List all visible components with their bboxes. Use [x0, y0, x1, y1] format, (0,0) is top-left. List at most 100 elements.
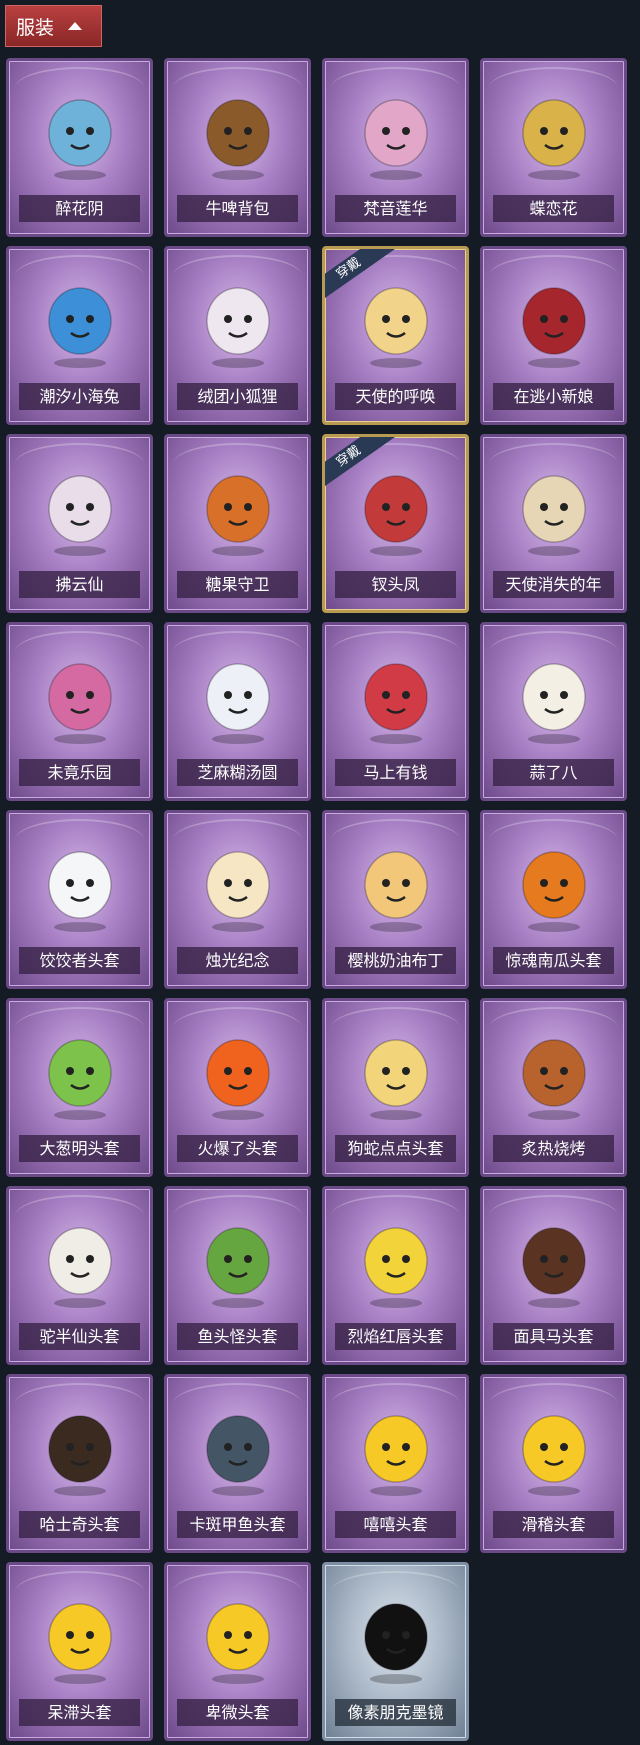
pink-doll-icon [47, 663, 112, 744]
costume-grid: 醉花阴 牛啤背包 梵音莲华 蝶恋花潮汐小海兔 绒团小狐狸 穿戴 天使的呼唤 在逃小新娘拂云仙 糖… [6, 58, 627, 1741]
costume-card[interactable]: 火爆了头套 [164, 998, 311, 1177]
costume-card[interactable]: 在逃小新娘 [480, 246, 627, 425]
costume-name: 炙热烧烤 [493, 1135, 614, 1162]
costume-name: 潮汐小海兔 [19, 383, 140, 410]
cloud-fairy-icon [47, 475, 112, 556]
pixel-sunglasses-icon [363, 1603, 428, 1684]
costume-card[interactable]: 穿戴 钗头凤 [322, 434, 469, 613]
costume-name: 蒜了八 [493, 759, 614, 786]
red-horse-icon [363, 663, 428, 744]
costume-name: 嘻嘻头套 [335, 1511, 456, 1538]
costume-card[interactable]: 蝶恋花 [480, 58, 627, 237]
costume-name: 狗蛇点点头套 [335, 1135, 456, 1162]
costume-name: 卡斑甲鱼头套 [177, 1511, 298, 1538]
stare-emoji-icon [47, 1603, 112, 1684]
costume-card[interactable]: 梵音莲华 [322, 58, 469, 237]
snake-face-icon [363, 1039, 428, 1120]
costume-card[interactable]: 大葱明头套 [6, 998, 153, 1177]
fish-head-icon [205, 1227, 270, 1308]
costume-card[interactable]: 卡斑甲鱼头套 [164, 1374, 311, 1553]
costume-card[interactable]: 哈士奇头套 [6, 1374, 153, 1553]
costume-name: 烛光纪念 [177, 947, 298, 974]
costume-card[interactable]: 牛啤背包 [164, 58, 311, 237]
costume-card[interactable]: 驼半仙头套 [6, 1186, 153, 1365]
white-fox-icon [205, 287, 270, 368]
costume-card[interactable]: 马上有钱 [322, 622, 469, 801]
seal-head-icon [205, 1415, 270, 1496]
costume-name: 大葱明头套 [19, 1135, 140, 1162]
cow-barrel-icon [205, 99, 270, 180]
costume-card[interactable]: 烛光纪念 [164, 810, 311, 989]
costume-name: 天使的呼唤 [335, 383, 456, 410]
winged-doll-icon [363, 99, 428, 180]
dumpling-icon [205, 663, 270, 744]
caret-up-icon [68, 22, 83, 30]
costume-name: 滑稽头套 [493, 1511, 614, 1538]
costume-name: 面具马头套 [493, 1323, 614, 1350]
costume-card[interactable]: 烈焰红唇头套 [322, 1186, 469, 1365]
sleeping-angel-icon [521, 475, 586, 556]
shy-emoji-icon [205, 1603, 270, 1684]
costume-card[interactable]: 樱桃奶油布丁 [322, 810, 469, 989]
costume-card[interactable]: 蒜了八 [480, 622, 627, 801]
costume-card[interactable]: 糖果守卫 [164, 434, 311, 613]
costume-name: 钗头凤 [335, 571, 456, 598]
pumpkin-scarecrow-icon [205, 475, 270, 556]
costume-name: 饺饺者头套 [19, 947, 140, 974]
yellow-cat-icon [363, 1227, 428, 1308]
pudding-icon [363, 851, 428, 932]
costume-name: 火爆了头套 [177, 1135, 298, 1162]
fire-face-icon [205, 1039, 270, 1120]
costume-card[interactable]: 呆滞头套 [6, 1562, 153, 1741]
meat-bone-icon [521, 1039, 586, 1120]
costume-name: 绒团小狐狸 [177, 383, 298, 410]
costume-name: 驼半仙头套 [19, 1323, 140, 1350]
costume-card[interactable]: 芝麻糊汤圆 [164, 622, 311, 801]
costume-card[interactable]: 穿戴 天使的呼唤 [322, 246, 469, 425]
costume-name: 梵音莲华 [335, 195, 456, 222]
horse-mask-icon [521, 1227, 586, 1308]
candle-icon [205, 851, 270, 932]
garlic-icon [521, 663, 586, 744]
costume-card[interactable]: 狗蛇点点头套 [322, 998, 469, 1177]
smirk-emoji-icon [521, 1415, 586, 1496]
grin-emoji-icon [363, 1415, 428, 1496]
phoenix-crown-icon [363, 475, 428, 556]
costume-card[interactable]: 拂云仙 [6, 434, 153, 613]
costume-card[interactable]: 惊魂南瓜头套 [480, 810, 627, 989]
costume-name: 牛啤背包 [177, 195, 298, 222]
costume-card[interactable]: 像素朋克墨镜 [322, 1562, 469, 1741]
costume-name: 芝麻糊汤圆 [177, 759, 298, 786]
costume-name: 马上有钱 [335, 759, 456, 786]
costume-card[interactable]: 滑稽头套 [480, 1374, 627, 1553]
floral-wreath-icon [47, 99, 112, 180]
costume-name: 天使消失的年 [493, 571, 614, 598]
green-onion-icon [47, 1039, 112, 1120]
costume-name: 鱼头怪头套 [177, 1323, 298, 1350]
costume-card[interactable]: 未竟乐园 [6, 622, 153, 801]
blue-bunny-icon [47, 287, 112, 368]
costume-card[interactable]: 炙热烧烤 [480, 998, 627, 1177]
costume-card[interactable]: 面具马头套 [480, 1186, 627, 1365]
butterfly-wreath-icon [521, 99, 586, 180]
red-lamp-icon [521, 287, 586, 368]
costume-card[interactable]: 潮汐小海兔 [6, 246, 153, 425]
costume-name: 卑微头套 [177, 1699, 298, 1726]
costume-card[interactable]: 醉花阴 [6, 58, 153, 237]
costume-tab-label: 服装 [16, 16, 55, 39]
costume-card[interactable]: 饺饺者头套 [6, 810, 153, 989]
costume-name: 惊魂南瓜头套 [493, 947, 614, 974]
costume-name: 烈焰红唇头套 [335, 1323, 456, 1350]
costume-card[interactable]: 鱼头怪头套 [164, 1186, 311, 1365]
costume-name: 未竟乐园 [19, 759, 140, 786]
costume-tab-toggle[interactable]: 服装 [5, 5, 102, 47]
costume-card[interactable]: 卑微头套 [164, 1562, 311, 1741]
costume-name: 蝶恋花 [493, 195, 614, 222]
cloud-face-icon [47, 851, 112, 932]
pumpkin-icon [521, 851, 586, 932]
costume-name: 糖果守卫 [177, 571, 298, 598]
costume-card[interactable]: 天使消失的年 [480, 434, 627, 613]
costume-card[interactable]: 绒团小狐狸 [164, 246, 311, 425]
costume-card[interactable]: 嘻嘻头套 [322, 1374, 469, 1553]
costume-name: 醉花阴 [19, 195, 140, 222]
